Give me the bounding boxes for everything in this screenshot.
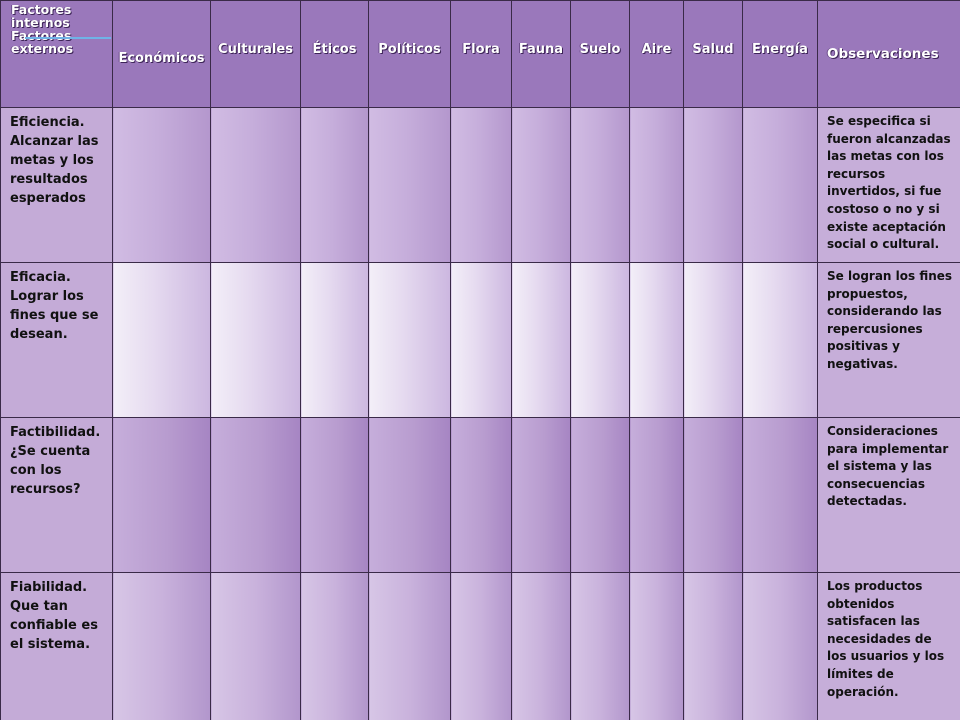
- table-cell: [683, 417, 743, 573]
- table-cell: [210, 572, 301, 720]
- table-row: Eficacia. Lograr los fines que se desean…: [0, 262, 960, 418]
- observation-text: Se especifica si fueron alcanzadas las m…: [817, 107, 960, 263]
- column-header: Fauna: [511, 0, 571, 108]
- column-header: Salud: [683, 0, 743, 108]
- table-cell: [300, 417, 369, 573]
- row-label: Eficacia. Lograr los fines que se desean…: [0, 262, 113, 418]
- table-cell: [742, 107, 818, 263]
- corner-header: Factores internos Factores externos: [0, 0, 113, 108]
- table-cell: [300, 262, 369, 418]
- table-cell: [742, 417, 818, 573]
- column-header: Aire: [629, 0, 684, 108]
- column-header: Flora: [450, 0, 512, 108]
- table-cell: [570, 107, 630, 263]
- column-header: Políticos: [368, 0, 451, 108]
- table-cell: [368, 417, 451, 573]
- column-header: Culturales: [210, 0, 301, 108]
- table-cell: [629, 572, 684, 720]
- table-row: Eficiencia. Alcanzar las metas y los res…: [0, 107, 960, 263]
- table-cell: [683, 107, 743, 263]
- table-row: Fiabilidad. Que tan confiable es el sist…: [0, 572, 960, 720]
- header-row: Factores internos Factores externos Econ…: [0, 0, 960, 108]
- observation-text: Consideraciones para implementar el sist…: [817, 417, 960, 573]
- table-cell: [210, 107, 301, 263]
- table-cell: [511, 417, 571, 573]
- table-cell: [112, 107, 211, 263]
- table-cell: [450, 572, 512, 720]
- table-cell: [112, 572, 211, 720]
- column-header: Éticos: [300, 0, 369, 108]
- slide: Factores internos Factores externos Econ…: [0, 0, 960, 720]
- observation-text: Se logran los fines propuestos, consider…: [817, 262, 960, 418]
- table-cell: [629, 107, 684, 263]
- table-cell: [450, 107, 512, 263]
- table-cell: [629, 262, 684, 418]
- table-cell: [511, 262, 571, 418]
- observation-text: Los productos obtenidos satisfacen las n…: [817, 572, 960, 720]
- evaluation-table: Factores internos Factores externos Econ…: [0, 0, 960, 720]
- table-cell: [570, 417, 630, 573]
- table-cell: [742, 572, 818, 720]
- table-cell: [570, 572, 630, 720]
- table-cell: [450, 262, 512, 418]
- column-header: Suelo: [570, 0, 630, 108]
- observations-header: Observaciones: [817, 0, 960, 108]
- table-cell: [300, 572, 369, 720]
- table-cell: [511, 107, 571, 263]
- table-cell: [112, 417, 211, 573]
- table-cell: [210, 262, 301, 418]
- row-label: Factibilidad. ¿Se cuenta con los recurso…: [0, 417, 113, 573]
- table-cell: [683, 262, 743, 418]
- table-row: Factibilidad. ¿Se cuenta con los recurso…: [0, 417, 960, 573]
- table-cell: [368, 107, 451, 263]
- table-cell: [629, 417, 684, 573]
- table-cell: [368, 572, 451, 720]
- external-factors-label: Factores externos: [11, 28, 74, 56]
- table-cell: [511, 572, 571, 720]
- row-label: Fiabilidad. Que tan confiable es el sist…: [0, 572, 113, 720]
- row-label: Eficiencia. Alcanzar las metas y los res…: [0, 107, 113, 263]
- table-cell: [570, 262, 630, 418]
- column-header: Energía: [742, 0, 818, 108]
- table-cell: [368, 262, 451, 418]
- table-cell: [450, 417, 512, 573]
- corner-diagonal-line: [25, 37, 111, 39]
- column-header: Económicos: [112, 0, 211, 108]
- table-cell: [742, 262, 818, 418]
- table-cell: [300, 107, 369, 263]
- table-cell: [683, 572, 743, 720]
- table-cell: [210, 417, 301, 573]
- internal-factors-label: Factores internos: [11, 2, 72, 30]
- table-cell: [112, 262, 211, 418]
